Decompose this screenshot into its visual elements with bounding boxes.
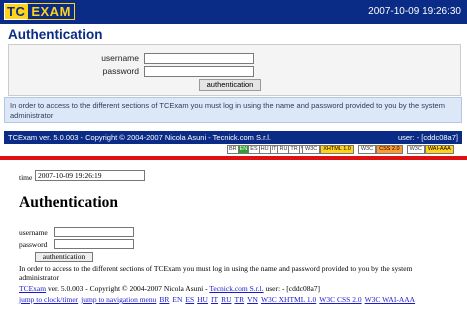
plain-links: jump to clock/timer jump to navigation me…: [19, 295, 459, 304]
copyright-text: TCExam ver. 5.0.003 - Copyright © 2004-2…: [8, 133, 272, 142]
plain-username-field[interactable]: [54, 227, 134, 237]
plain-lang-ru[interactable]: RU: [221, 295, 231, 304]
plain-w3c-css-link[interactable]: W3C CSS 2.0: [319, 295, 361, 304]
plain-authentication-button[interactable]: authentication: [35, 252, 93, 262]
plain-page-title: Authentication: [19, 194, 119, 211]
password-field[interactable]: [144, 66, 254, 77]
plain-footer: TCExam ver. 5.0.003 - Copyright © 2004-2…: [19, 284, 321, 293]
plain-lang-en: EN: [172, 295, 183, 304]
w3c-css-badge[interactable]: W3C CSS 2.0: [357, 145, 403, 154]
unstyled-view: time 2007-10-09 19:26:19 Authentication …: [0, 160, 467, 319]
w3c-xhtml-badge[interactable]: W3C XHTML 1.0: [302, 145, 354, 154]
plain-password-label: password: [19, 240, 48, 249]
lang-tr[interactable]: TR: [288, 145, 299, 154]
plain-info-message: In order to access to the different sect…: [19, 264, 413, 282]
user-info: user: - [cddc08a7]: [397, 133, 458, 142]
lang-ru[interactable]: RU: [277, 145, 289, 154]
authentication-button[interactable]: authentication: [199, 79, 261, 91]
plain-lang-hu[interactable]: HU: [197, 295, 208, 304]
plain-w3c-xhtml-link[interactable]: W3C XHTML 1.0: [261, 295, 316, 304]
w3c-wai-badge[interactable]: W3C WAI-AAA: [406, 145, 454, 154]
time-label: time: [19, 173, 33, 182]
plain-lang-tr[interactable]: TR: [235, 295, 245, 304]
username-label: username: [101, 53, 139, 63]
lang-hu[interactable]: HU: [258, 145, 270, 154]
password-label: password: [102, 66, 139, 76]
tcexam-logo[interactable]: TC EXAM: [4, 3, 75, 20]
plain-lang-it[interactable]: IT: [211, 295, 218, 304]
w3c-badges: W3C XHTML 1.0 W3C CSS 2.0 W3C WAI-AAA: [302, 145, 458, 154]
plain-password-field[interactable]: [54, 239, 134, 249]
clock: 2007-10-09 19:26:30: [368, 6, 461, 17]
page-title: Authentication: [8, 27, 103, 42]
plain-lang-br[interactable]: BR: [159, 295, 169, 304]
plain-username-label: username: [19, 228, 48, 237]
footer-bar: TCExam ver. 5.0.003 - Copyright © 2004-2…: [4, 131, 462, 144]
lang-es[interactable]: ES: [248, 145, 259, 154]
lang-en[interactable]: EN: [237, 145, 249, 154]
username-field[interactable]: [144, 53, 254, 64]
lang-it[interactable]: IT: [269, 145, 278, 154]
tecnick-link[interactable]: Tecnick.com S.r.l.: [209, 284, 263, 293]
styled-view: TC EXAM 2007-10-09 19:26:30 Authenticatio…: [0, 0, 467, 155]
header-bar: TC EXAM 2007-10-09 19:26:30: [0, 0, 467, 24]
plain-lang-es[interactable]: ES: [185, 295, 194, 304]
tcexam-link[interactable]: TCExam: [19, 284, 46, 293]
time-field[interactable]: 2007-10-09 19:26:19: [35, 170, 145, 181]
info-message: In order to access to the different sect…: [4, 97, 462, 123]
lang-br[interactable]: BR: [227, 145, 238, 154]
jump-clock-link[interactable]: jump to clock/timer: [19, 295, 78, 304]
jump-nav-link[interactable]: jump to navigation menu: [81, 295, 156, 304]
login-form: username password authentication: [8, 44, 461, 96]
plain-w3c-wai-link[interactable]: W3C WAI-AAA: [365, 295, 415, 304]
language-selector: BR EN ES HU IT RU TR VN: [227, 145, 311, 154]
plain-lang-vn[interactable]: VN: [247, 295, 258, 304]
